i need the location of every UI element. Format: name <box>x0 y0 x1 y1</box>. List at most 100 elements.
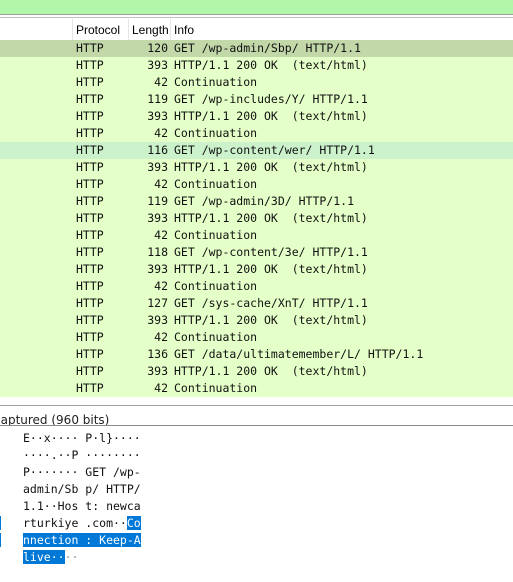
column-divider[interactable] <box>170 19 171 40</box>
ascii-text: 1.1··Hos t: newca <box>23 499 141 513</box>
column-divider[interactable] <box>128 19 129 40</box>
ascii-text: E··x···· P·l}···· <box>23 431 141 445</box>
packet-row[interactable]: HTTP 119 GET /wp-admin/3D/ HTTP/1.1 <box>0 193 513 210</box>
packet-length: 42 <box>154 126 168 140</box>
packet-row[interactable]: HTTP 393 HTTP/1.1 200 OK (text/html) <box>0 108 513 125</box>
packet-info: Continuation <box>174 381 258 395</box>
packet-protocol: HTTP <box>76 262 104 276</box>
hex-edge-text: d <box>0 465 1 479</box>
packet-protocol: HTTP <box>76 245 104 259</box>
packet-row[interactable]: HTTP 116 GET /wp-content/wer/ HTTP/1.1 <box>0 142 513 159</box>
packet-protocol: HTTP <box>76 313 104 327</box>
column-header-length[interactable]: Length <box>132 23 169 37</box>
column-header-info[interactable]: Info <box>174 23 194 37</box>
ascii-line[interactable]: live···· <box>23 549 78 566</box>
divider <box>0 17 513 18</box>
details-frame-text: captured (960 bits) <box>0 413 110 425</box>
packet-protocol: HTTP <box>76 364 104 378</box>
packet-protocol: HTTP <box>76 41 104 55</box>
packet-info: HTTP/1.1 200 OK (text/html) <box>174 160 368 174</box>
divider <box>0 405 513 406</box>
hex-edge-text: . <box>0 499 1 513</box>
packet-info: GET /wp-content/wer/ HTTP/1.1 <box>174 143 375 157</box>
packet-protocol: HTTP <box>76 58 104 72</box>
column-divider[interactable] <box>72 19 73 40</box>
packet-info: HTTP/1.1 200 OK (text/html) <box>174 211 368 225</box>
ascii-line[interactable]: 1.1··Hos t: newca <box>23 498 141 515</box>
ascii-line[interactable]: nnection : Keep-A <box>23 532 141 549</box>
packet-length: 42 <box>154 177 168 191</box>
packet-length: 119 <box>147 194 168 208</box>
packet-row[interactable]: HTTP 393 HTTP/1.1 200 OK (text/html) <box>0 57 513 74</box>
packet-row[interactable]: HTTP 393 HTTP/1.1 200 OK (text/html) <box>0 312 513 329</box>
ascii-line[interactable]: rturkiye .com··Co <box>23 515 141 532</box>
packet-row[interactable]: HTTP 119 GET /wp-includes/Y/ HTTP/1.1 <box>0 91 513 108</box>
packet-length: 393 <box>147 109 168 123</box>
ascii-line[interactable]: P······· GET /wp- <box>23 464 141 481</box>
packet-row[interactable]: HTTP 42 Continuation <box>0 329 513 346</box>
packet-length: 42 <box>154 228 168 242</box>
hex-edge-char: 2 <box>0 447 1 464</box>
ascii-after-text: ·· <box>64 550 79 564</box>
packet-protocol: HTTP <box>76 75 104 89</box>
ascii-hl-text: live·· <box>23 550 65 564</box>
packet-protocol: HTTP <box>76 160 104 174</box>
ascii-line[interactable]: ····.··P ········ <box>23 447 141 464</box>
packet-row[interactable]: HTTP 136 GET /data/ultimatemember/L/ HTTP/… <box>0 346 513 363</box>
packet-length: 42 <box>154 381 168 395</box>
packet-row[interactable]: HTTP 393 HTTP/1.1 200 OK (text/html) <box>0 363 513 380</box>
hex-edge-text: f <box>0 516 1 530</box>
packet-row[interactable]: HTTP 393 HTTP/1.1 200 OK (text/html) <box>0 159 513 176</box>
packet-protocol: HTTP <box>76 177 104 191</box>
packet-row[interactable]: HTTP 42 Continuation <box>0 125 513 142</box>
packet-info: HTTP/1.1 200 OK (text/html) <box>174 364 368 378</box>
packet-length: 118 <box>147 245 168 259</box>
hex-edge-char: l <box>0 532 1 549</box>
ascii-line[interactable]: admin/Sb p/ HTTP/ <box>23 481 141 498</box>
packet-row[interactable]: HTTP 42 Continuation <box>0 227 513 244</box>
packet-details-row[interactable]: captured (960 bits) <box>0 409 513 425</box>
packet-length: 393 <box>147 58 168 72</box>
packet-row[interactable]: HTTP 393 HTTP/1.1 200 OK (text/html) <box>0 210 513 227</box>
packet-row[interactable]: HTTP 118 GET /wp-content/3e/ HTTP/1.1 <box>0 244 513 261</box>
packet-row[interactable]: HTTP 127 GET /sys-cache/XnT/ HTTP/1.1 <box>0 295 513 312</box>
packet-protocol: HTTP <box>76 143 104 157</box>
packet-row[interactable]: HTTP 393 HTTP/1.1 200 OK (text/html) <box>0 261 513 278</box>
packet-info: HTTP/1.1 200 OK (text/html) <box>174 313 368 327</box>
packet-length: 119 <box>147 92 168 106</box>
hex-edge-text: f <box>0 482 1 496</box>
ascii-text: P······· GET /wp- <box>23 465 141 479</box>
ascii-text: rturkiye .com·· <box>23 516 127 530</box>
packet-row[interactable]: HTTP 42 Continuation <box>0 176 513 193</box>
packet-list-header: Protocol Length Info <box>0 19 513 40</box>
packet-info: Continuation <box>174 279 258 293</box>
packet-info: GET /data/ultimatemember/L/ HTTP/1.1 <box>174 347 424 361</box>
packet-info: Continuation <box>174 75 258 89</box>
packet-info: HTTP/1.1 200 OK (text/html) <box>174 109 368 123</box>
packet-info: GET /wp-includes/Y/ HTTP/1.1 <box>174 92 368 106</box>
ascii-hl-text: Co <box>126 516 141 530</box>
packet-length: 116 <box>147 143 168 157</box>
packet-length: 120 <box>147 41 168 55</box>
packet-row[interactable]: HTTP 42 Continuation <box>0 278 513 295</box>
packet-list: HTTP 120 GET /wp-admin/Sbp/ HTTP/1.1 HTTP 39… <box>0 40 513 397</box>
packet-protocol: HTTP <box>76 279 104 293</box>
packet-protocol: HTTP <box>76 347 104 361</box>
packet-length: 42 <box>154 279 168 293</box>
ascii-hl-text: nnection : Keep-A <box>23 533 141 547</box>
packet-row[interactable]: HTTP 120 GET /wp-admin/Sbp/ HTTP/1.1 <box>0 40 513 57</box>
packet-protocol: HTTP <box>76 381 104 395</box>
packet-row[interactable]: HTTP 42 Continuation <box>0 74 513 91</box>
packet-info: HTTP/1.1 200 OK (text/html) <box>174 58 368 72</box>
packet-info: GET /wp-content/3e/ HTTP/1.1 <box>174 245 368 259</box>
packet-protocol: HTTP <box>76 194 104 208</box>
packet-row[interactable]: HTTP 42 Continuation <box>0 380 513 397</box>
divider <box>0 14 513 15</box>
ascii-text: ····.··P ········ <box>23 448 141 462</box>
packet-protocol: HTTP <box>76 211 104 225</box>
hex-edge-char: d <box>0 464 1 481</box>
ascii-line[interactable]: E··x···· P·l}···· <box>23 430 141 447</box>
column-header-protocol[interactable]: Protocol <box>76 23 120 37</box>
packet-info: Continuation <box>174 330 258 344</box>
packet-length: 136 <box>147 347 168 361</box>
